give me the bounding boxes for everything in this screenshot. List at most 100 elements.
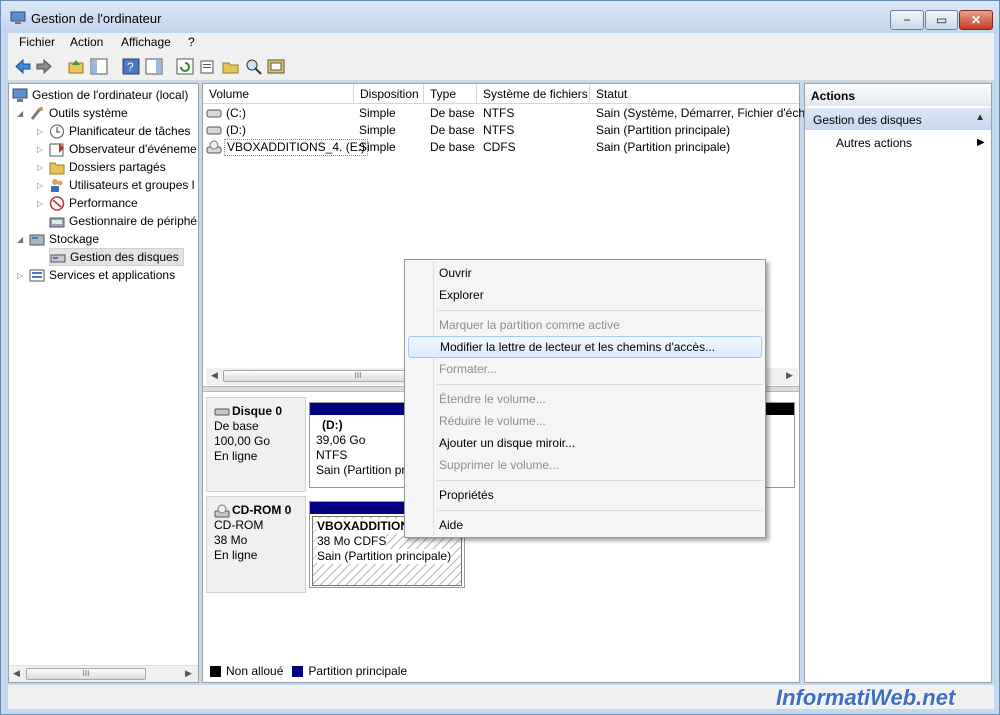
scroll-right-icon[interactable]: ▶ <box>786 370 793 381</box>
menu-item-change-drive-letter[interactable]: Modifier la lettre de lecteur et les che… <box>408 336 762 358</box>
tree-item-label: Services et applications <box>49 268 176 282</box>
tree-item-event-viewer[interactable]: ▷ Observateur d'événeme <box>37 140 197 158</box>
open-folder-icon[interactable] <box>222 58 240 75</box>
cdrom-0-label[interactable]: CD-ROM 0 CD-ROM 38 Mo En ligne <box>206 496 306 593</box>
tree-item-label: Gestionnaire de périphé <box>69 214 198 228</box>
close-button[interactable]: ✕ <box>959 10 993 30</box>
volume-layout: Simple <box>359 123 396 137</box>
expand-arrow-icon[interactable]: ▷ <box>17 271 29 280</box>
actions-item-more[interactable]: Autres actions <box>836 136 912 150</box>
partition-name: VBOXADDITION <box>317 519 410 534</box>
column-header-status[interactable]: Statut <box>590 84 799 104</box>
partition-d[interactable]: (D:) 39,06 Go NTFS Sain (Partition princ <box>309 402 421 488</box>
scroll-thumb[interactable]: III <box>26 668 146 680</box>
menu-item-explore[interactable]: Explorer <box>408 284 762 306</box>
back-arrow-icon[interactable] <box>14 58 32 75</box>
menu-item-delete-volume: Supprimer le volume... <box>439 458 560 472</box>
computer-management-icon <box>10 11 26 24</box>
column-header-type[interactable]: Type <box>424 84 477 104</box>
partition-status: Sain (Partition principale) <box>317 549 452 564</box>
column-header-filesystem[interactable]: Système de fichiers <box>477 84 590 104</box>
volume-name: (D:) <box>226 123 246 137</box>
minimize-button[interactable]: − <box>890 10 924 30</box>
clock-icon <box>50 124 64 138</box>
tree-item-users-groups[interactable]: ▷ Utilisateurs et groupes l <box>37 176 194 194</box>
menu-item-format: Formater... <box>439 362 498 376</box>
tree-item-shared-folders[interactable]: ▷ Dossiers partagés <box>37 158 166 176</box>
partition-c-edge[interactable] <box>765 402 795 488</box>
menu-item-properties[interactable]: Propriétés <box>408 484 762 506</box>
cd-drive-icon <box>214 504 230 517</box>
show-hide-action-pane-icon[interactable] <box>145 58 163 75</box>
svg-text:?: ? <box>127 60 134 74</box>
refresh-icon[interactable] <box>176 58 194 75</box>
scroll-right-icon[interactable]: ▶ <box>185 668 192 679</box>
disk-name: Disque 0 <box>232 404 283 418</box>
disk-state: En ligne <box>214 548 258 562</box>
tree-item-disk-management[interactable]: Gestion des disques <box>49 248 184 266</box>
up-folder-icon[interactable] <box>67 58 85 75</box>
search-icon[interactable] <box>245 58 263 75</box>
menu-help[interactable]: ? <box>188 35 195 49</box>
volume-row[interactable]: (D:) Simple De base NTFS Sain (Partition… <box>203 122 799 139</box>
primary-partition-bar <box>310 403 404 415</box>
menu-view[interactable]: Affichage <box>121 35 171 49</box>
users-icon <box>51 178 63 192</box>
collapse-arrow-icon[interactable]: ◢ <box>17 235 29 244</box>
properties-icon[interactable] <box>199 58 217 75</box>
menu-action[interactable]: Action <box>70 35 103 49</box>
drive-icon <box>206 109 222 118</box>
expand-arrow-icon[interactable]: ▷ <box>37 181 49 190</box>
partition-name: (D:) <box>322 418 343 432</box>
help-icon[interactable]: ? <box>122 58 140 75</box>
disk-name: CD-ROM 0 <box>232 503 292 517</box>
tree-item-system-tools[interactable]: ◢ Outils système <box>17 104 128 122</box>
collapse-arrow-icon[interactable]: ◢ <box>17 109 29 118</box>
window-title: Gestion de l'ordinateur <box>31 11 162 26</box>
tree-item-label: Gestion de l'ordinateur (local) <box>32 88 189 102</box>
expand-arrow-icon[interactable]: ▷ <box>37 199 49 208</box>
collapse-triangle-icon[interactable]: ▲ <box>975 112 985 123</box>
column-header-volume[interactable]: Volume <box>203 84 354 104</box>
volume-status: Sain (Partition principale) <box>596 123 731 137</box>
expand-arrow-icon[interactable]: ▷ <box>37 127 49 136</box>
tree-item-label: Planificateur de tâches <box>69 124 191 138</box>
expand-arrow-icon[interactable]: ▷ <box>37 163 49 172</box>
scroll-left-icon[interactable]: ◀ <box>211 370 218 381</box>
volume-row[interactable]: (C:) Simple De base NTFS Sain (Système, … <box>203 105 805 122</box>
menu-file[interactable]: Fichier <box>19 35 55 49</box>
volume-list-header: Volume Disposition Type Système de fichi… <box>203 84 799 104</box>
tree-item-label: Utilisateurs et groupes l <box>69 178 195 192</box>
legend: Non alloué Partition principale <box>206 662 798 680</box>
menu-item-add-mirror[interactable]: Ajouter un disque miroir... <box>408 432 762 454</box>
tree-item-root[interactable]: Gestion de l'ordinateur (local) <box>12 86 188 104</box>
submenu-arrow-icon[interactable]: ▶ <box>977 137 985 148</box>
expand-arrow-icon[interactable]: ▷ <box>37 145 49 154</box>
legend-label-unallocated: Non alloué <box>226 664 284 678</box>
menu-item-help[interactable]: Aide <box>408 514 762 536</box>
legend-label-primary: Partition principale <box>308 664 408 678</box>
volume-row[interactable]: VBOXADDITIONS_4. (E:) Simple De base CDF… <box>203 139 799 156</box>
actions-group-label: Gestion des disques <box>813 113 922 127</box>
tree-item-services[interactable]: ▷ Services et applications <box>17 266 175 284</box>
menu-item-open[interactable]: Ouvrir <box>408 262 762 284</box>
forward-arrow-icon[interactable] <box>35 58 53 75</box>
context-menu: Ouvrir Explorer Marquer la partition com… <box>404 259 766 538</box>
menu-separator <box>437 480 763 481</box>
disk-size: 38 Mo <box>214 533 248 547</box>
tree-item-performance[interactable]: ▷ Performance <box>37 194 138 212</box>
disk-management-icon <box>50 254 66 262</box>
show-hide-tree-icon[interactable] <box>90 58 108 75</box>
scroll-left-icon[interactable]: ◀ <box>13 668 20 679</box>
tools-icon <box>30 106 43 120</box>
column-header-layout[interactable]: Disposition <box>354 84 424 104</box>
tree-item-task-scheduler[interactable]: ▷ Planificateur de tâches <box>37 122 190 140</box>
tree-item-device-manager[interactable]: Gestionnaire de périphé <box>49 212 197 230</box>
maximize-button[interactable]: ▭ <box>925 10 958 30</box>
disk-0-label[interactable]: Disque 0 De base 100,00 Go En ligne <box>206 397 306 492</box>
tree-item-storage[interactable]: ◢ Stockage <box>17 230 99 248</box>
disk-settings-icon[interactable] <box>267 58 285 75</box>
actions-group-disk-management[interactable]: Gestion des disques ▲ <box>805 108 991 130</box>
navigation-tree: Gestion de l'ordinateur (local) ◢ Outils… <box>8 83 199 683</box>
tree-horizontal-scrollbar[interactable]: ◀ III ▶ <box>9 665 198 682</box>
